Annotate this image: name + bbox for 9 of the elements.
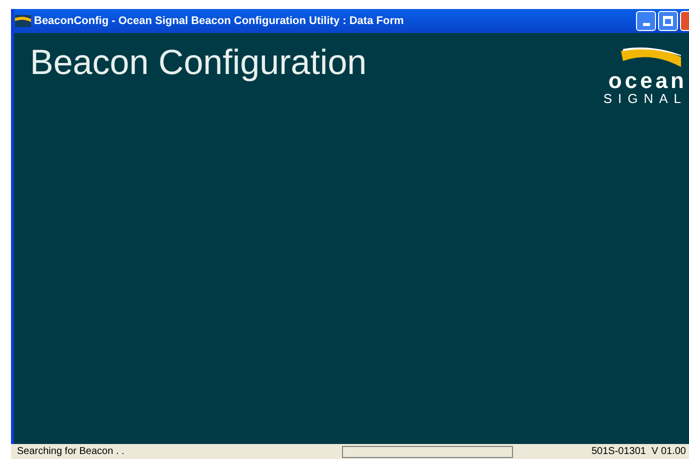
page-heading: Beacon Configuration — [30, 42, 367, 84]
app-icon — [15, 15, 31, 27]
logo-subword: SIGNAL — [603, 91, 687, 106]
version-label: 501S-01301 V 01.00 — [591, 445, 686, 459]
window-title: BeaconConfig - Ocean Signal Beacon Configuration Utility : Data Form — [34, 14, 404, 29]
maximize-button[interactable] — [658, 11, 678, 31]
logo-word: ocean — [608, 71, 687, 91]
minimize-button[interactable] — [636, 11, 656, 31]
status-message: Searching for Beacon . . — [17, 445, 126, 459]
